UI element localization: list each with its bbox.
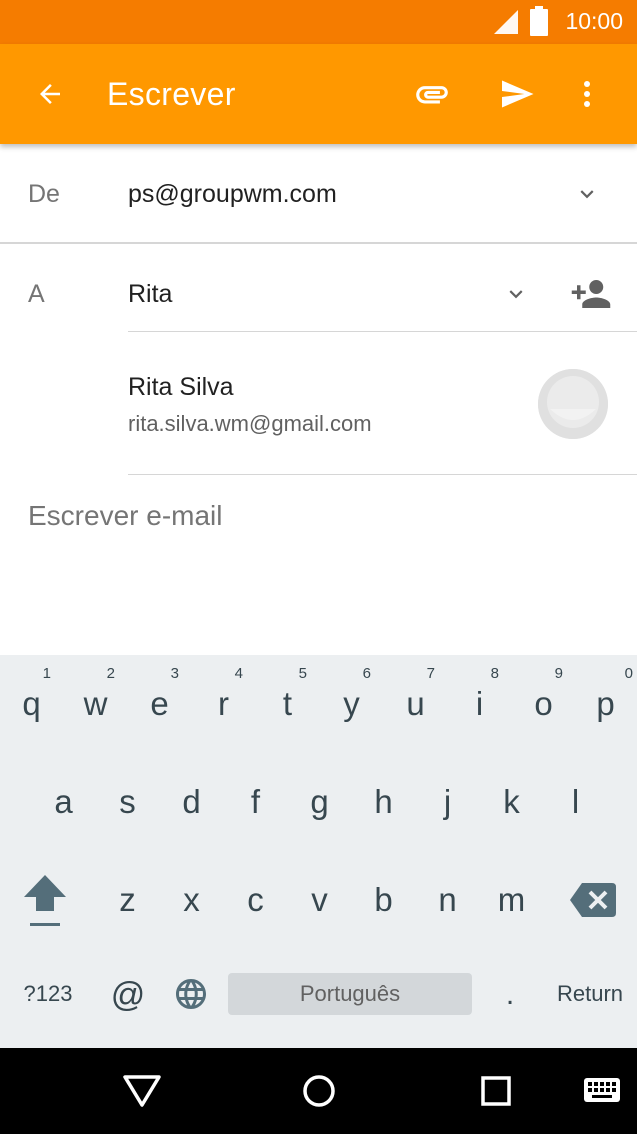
keyboard: 1q 2w 3e 4r 5t 6y 7u 8i 9o 0p a s d f g …: [0, 655, 637, 1048]
key-m[interactable]: m: [480, 851, 543, 949]
key-hint: 7: [426, 665, 435, 682]
to-field-underline: [128, 331, 637, 332]
from-value[interactable]: ps@groupwm.com: [128, 180, 337, 209]
globe-icon[interactable]: [166, 971, 216, 1017]
from-row: De ps@groupwm.com: [0, 144, 637, 244]
keyboard-switch-icon[interactable]: [578, 1068, 626, 1114]
key-b[interactable]: b: [352, 851, 415, 949]
key-d[interactable]: d: [160, 753, 223, 851]
symbols-key[interactable]: ?123: [10, 973, 86, 1015]
key-label: o: [534, 685, 553, 722]
key-hint: 2: [106, 665, 115, 682]
back-arrow-icon[interactable]: [26, 70, 74, 118]
key-v[interactable]: v: [288, 851, 351, 949]
key-w[interactable]: 2w: [64, 655, 127, 753]
key-u[interactable]: 7u: [384, 655, 447, 753]
key-p[interactable]: 0p: [574, 655, 637, 753]
key-a[interactable]: a: [32, 753, 95, 851]
return-key[interactable]: Return: [548, 973, 632, 1015]
key-q[interactable]: 1q: [0, 655, 63, 753]
default-avatar-icon: [538, 369, 608, 439]
key-label: i: [475, 685, 484, 722]
key-label: u: [406, 685, 425, 722]
key-r[interactable]: 4r: [192, 655, 255, 753]
key-g[interactable]: g: [288, 753, 351, 851]
attach-icon[interactable]: [408, 70, 456, 118]
key-o[interactable]: 9o: [512, 655, 575, 753]
battery-icon: [529, 6, 549, 41]
suggestion-email: rita.silva.wm@gmail.com: [128, 411, 372, 436]
app-bar: Escrever: [0, 44, 637, 144]
back-triangle-icon[interactable]: [118, 1068, 166, 1114]
contact-suggestion[interactable]: Rita Silva rita.silva.wm@gmail.com: [128, 333, 637, 475]
key-j[interactable]: j: [416, 753, 479, 851]
key-c[interactable]: c: [224, 851, 287, 949]
key-e[interactable]: 3e: [128, 655, 191, 753]
space-key[interactable]: Português: [228, 973, 472, 1015]
to-row: A Rita: [0, 244, 637, 332]
add-person-icon[interactable]: [568, 272, 614, 316]
key-hint: 6: [362, 665, 371, 682]
period-key[interactable]: .: [490, 971, 530, 1019]
status-bar: 10:00: [0, 0, 637, 44]
key-hint: 0: [624, 665, 633, 682]
key-hint: 1: [42, 665, 51, 682]
key-hint: 3: [170, 665, 179, 682]
key-y[interactable]: 6y: [320, 655, 383, 753]
key-k[interactable]: k: [480, 753, 543, 851]
chevron-down-icon[interactable]: [567, 174, 607, 214]
at-key[interactable]: @: [100, 971, 156, 1019]
navigation-bar: [0, 1048, 637, 1134]
from-label: De: [28, 180, 60, 208]
key-label: e: [150, 685, 169, 722]
key-label: q: [22, 685, 41, 722]
status-time: 10:00: [565, 8, 623, 34]
key-n[interactable]: n: [416, 851, 479, 949]
key-hint: 5: [298, 665, 307, 682]
key-i[interactable]: 8i: [448, 655, 511, 753]
suggestion-name: Rita Silva: [128, 373, 234, 401]
key-x[interactable]: x: [160, 851, 223, 949]
to-field[interactable]: Rita: [128, 280, 172, 309]
backspace-icon[interactable]: [562, 851, 624, 949]
key-s[interactable]: s: [96, 753, 159, 851]
avatar: [538, 369, 608, 439]
key-hint: 9: [554, 665, 563, 682]
page-title: Escrever: [107, 76, 236, 112]
key-h[interactable]: h: [352, 753, 415, 851]
to-label: A: [28, 280, 45, 308]
key-z[interactable]: z: [96, 851, 159, 949]
key-label: p: [596, 685, 615, 722]
key-label: t: [282, 685, 293, 722]
key-label: y: [343, 685, 360, 722]
key-hint: 8: [490, 665, 499, 682]
key-hint: 4: [234, 665, 243, 682]
compose-body[interactable]: [28, 500, 608, 532]
key-label: r: [218, 685, 229, 722]
key-label: w: [83, 685, 108, 722]
home-circle-icon[interactable]: [295, 1068, 343, 1114]
key-t[interactable]: 5t: [256, 655, 319, 753]
chevron-down-icon[interactable]: [496, 274, 536, 314]
send-icon[interactable]: [493, 70, 541, 118]
more-vert-icon[interactable]: [563, 70, 611, 118]
shift-key-icon[interactable]: [10, 851, 80, 949]
key-f[interactable]: f: [224, 753, 287, 851]
recents-square-icon[interactable]: [472, 1068, 520, 1114]
key-l[interactable]: l: [544, 753, 607, 851]
signal-icon: [494, 10, 518, 39]
